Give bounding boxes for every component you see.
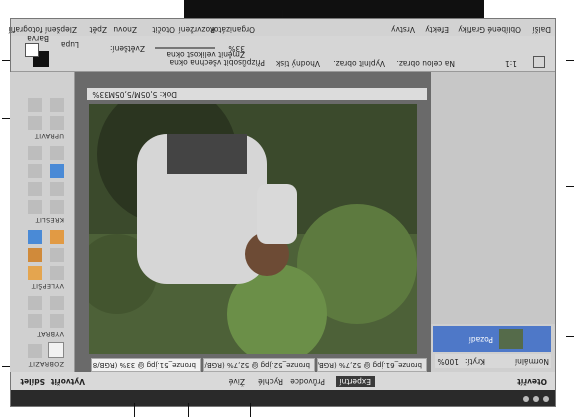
menu-redo[interactable]: Znovu	[113, 25, 137, 34]
pencil-tool-icon[interactable]	[50, 146, 64, 160]
callout-line	[250, 403, 251, 417]
blend-mode-select[interactable]: Normální	[515, 357, 549, 366]
background-color-swatch[interactable]	[25, 43, 39, 57]
dot-icon	[543, 396, 549, 402]
brush-tool-icon[interactable]	[50, 200, 64, 214]
fit-screen-button[interactable]: Na celou obraz.	[397, 59, 456, 68]
layers-empty-area	[431, 72, 555, 324]
gradient-tool-icon[interactable]	[50, 182, 64, 196]
eyedropper-icon[interactable]	[28, 164, 42, 178]
callout-line	[282, 10, 283, 18]
menu-organizer[interactable]: Organizátor	[211, 25, 255, 34]
menu-undo[interactable]: Zpět	[90, 25, 107, 34]
callout-line	[134, 403, 135, 417]
content-move-icon[interactable]	[50, 98, 64, 112]
fit-window-icon[interactable]	[533, 56, 545, 68]
zoom-all-windows-checkbox[interactable]: Změnit velikost okna	[166, 50, 245, 59]
callout-line	[566, 336, 574, 337]
create-button[interactable]: Vytvořit	[51, 377, 85, 386]
photo-scene	[89, 104, 417, 354]
resize-windows-checkbox[interactable]: Přizpůsobit všechna okna	[169, 58, 265, 67]
layers-options-row: Normální Krytí: 100%	[435, 354, 551, 368]
doc-tab[interactable]: bronze_52.jpg @ 52,7% (RGB/8)	[203, 358, 315, 372]
layers-panel: Normální Krytí: 100% Pozadí	[430, 72, 555, 372]
dot-icon	[533, 396, 539, 402]
layer-thumbnail	[499, 329, 523, 349]
doc-tab-active[interactable]: bronze_51.jpg @ 33% (RGB/8)	[91, 358, 201, 372]
mode-quick-tab[interactable]: Rychlé	[258, 377, 283, 386]
doc-size-text: Dok: 5,05M/5,05M	[108, 90, 178, 99]
menu-layout[interactable]: Rozvržení	[179, 25, 215, 34]
canvas-area: bronze_61.jpg @ 52,7% (RGB/8) bronze_52.…	[75, 72, 431, 372]
section-upravit: UPRAVIT	[34, 132, 64, 140]
tool-options-bar: 1:1 Na celou obraz. Vyplnit obraz. Vhodn…	[11, 34, 555, 72]
mode-expert-tab[interactable]: Expertní	[335, 376, 375, 387]
zoom-tool-icon[interactable]	[48, 342, 64, 358]
menu-favorites[interactable]: Oblíbené	[487, 25, 521, 34]
blur-tool-icon[interactable]	[50, 230, 64, 244]
menu-enhance[interactable]: Zlepšení fotografií	[9, 25, 77, 34]
open-button[interactable]: Otevřít	[517, 377, 547, 386]
menu-bar: Další Oblíbené Grafiky Efekty Vrstvy Org…	[9, 19, 555, 36]
callout-line	[188, 403, 189, 417]
section-vybrat: VYBRAT	[37, 330, 64, 338]
shape-tool-icon[interactable]	[50, 164, 64, 178]
spot-heal-icon[interactable]	[28, 266, 42, 280]
quick-select-icon[interactable]	[28, 296, 42, 310]
red-eye-icon[interactable]	[50, 266, 64, 280]
ratio-label: 1:1	[504, 59, 517, 68]
menu-more[interactable]: Další	[533, 25, 551, 34]
mode-live-tab[interactable]: Živé	[229, 377, 245, 386]
bottom-status-strip	[11, 390, 555, 406]
dot-icon	[523, 396, 529, 402]
paint-bucket-icon[interactable]	[28, 182, 42, 196]
zoom-status-text: 33%	[92, 90, 109, 99]
menu-effects[interactable]: Efekty	[425, 25, 449, 34]
callout-line	[2, 118, 10, 119]
toolbox: ZOBRAZIT VYBRAT VYLEPŠIT KRESLIT UPRAVIT	[10, 72, 75, 372]
tool-name-label: Lupa	[60, 40, 79, 49]
recompose-icon[interactable]	[28, 116, 42, 130]
opacity-label: Krytí:	[465, 357, 485, 366]
zoom-label: Zvětšení:	[109, 44, 145, 53]
photo-image	[89, 104, 417, 354]
type-tool-icon[interactable]	[28, 146, 42, 160]
layer-row[interactable]: Pozadí	[433, 326, 551, 352]
callout-line	[2, 60, 10, 61]
crop-tool-icon[interactable]	[50, 116, 64, 130]
hand-tool-icon[interactable]	[28, 344, 42, 358]
mode-bar: Otevřít Expertní Průvodce Rychlé Živé Vy…	[11, 371, 555, 390]
clone-stamp-icon[interactable]	[28, 248, 42, 262]
mode-guided-tab[interactable]: Průvodce	[290, 377, 325, 386]
callout-line	[2, 366, 10, 367]
opacity-value[interactable]: 100%	[438, 357, 459, 366]
editor-window-rotated: Otevřít Expertní Průvodce Rychlé Živé Vy…	[0, 0, 576, 417]
section-kreslit: KRESLIT	[35, 216, 64, 224]
lasso-tool-icon[interactable]	[50, 296, 64, 310]
sponge-tool-icon[interactable]	[28, 230, 42, 244]
callout-line	[566, 60, 574, 61]
menu-layers[interactable]: Vrstvy	[391, 25, 415, 34]
status-bar: Dok: 5,05M/5,05M 33%	[87, 88, 427, 100]
eraser-tool-icon[interactable]	[28, 200, 42, 214]
callout-line	[566, 186, 574, 187]
smart-brush-icon[interactable]	[50, 248, 64, 262]
fill-screen-button[interactable]: Vyplnit obraz.	[333, 59, 385, 68]
editor-window: Otevřít Expertní Průvodce Rychlé Živé Vy…	[9, 18, 556, 407]
move-tool-icon[interactable]	[50, 314, 64, 328]
marquee-tool-icon[interactable]	[28, 314, 42, 328]
share-button[interactable]: Sdílet	[20, 377, 45, 386]
doc-tab[interactable]: bronze_61.jpg @ 52,7% (RGB/8)	[317, 358, 427, 372]
print-size-button[interactable]: Vhodný tisk	[276, 59, 320, 68]
layer-name: Pozadí	[468, 335, 493, 344]
section-vylepsit: VYLEPŠIT	[31, 282, 64, 290]
zoom-slider[interactable]	[155, 47, 215, 49]
menu-rotate[interactable]: Otočit	[152, 25, 175, 34]
straighten-icon[interactable]	[28, 98, 42, 112]
section-zobrazit: ZOBRAZIT	[28, 360, 64, 368]
menu-graphics[interactable]: Grafiky	[458, 25, 485, 34]
